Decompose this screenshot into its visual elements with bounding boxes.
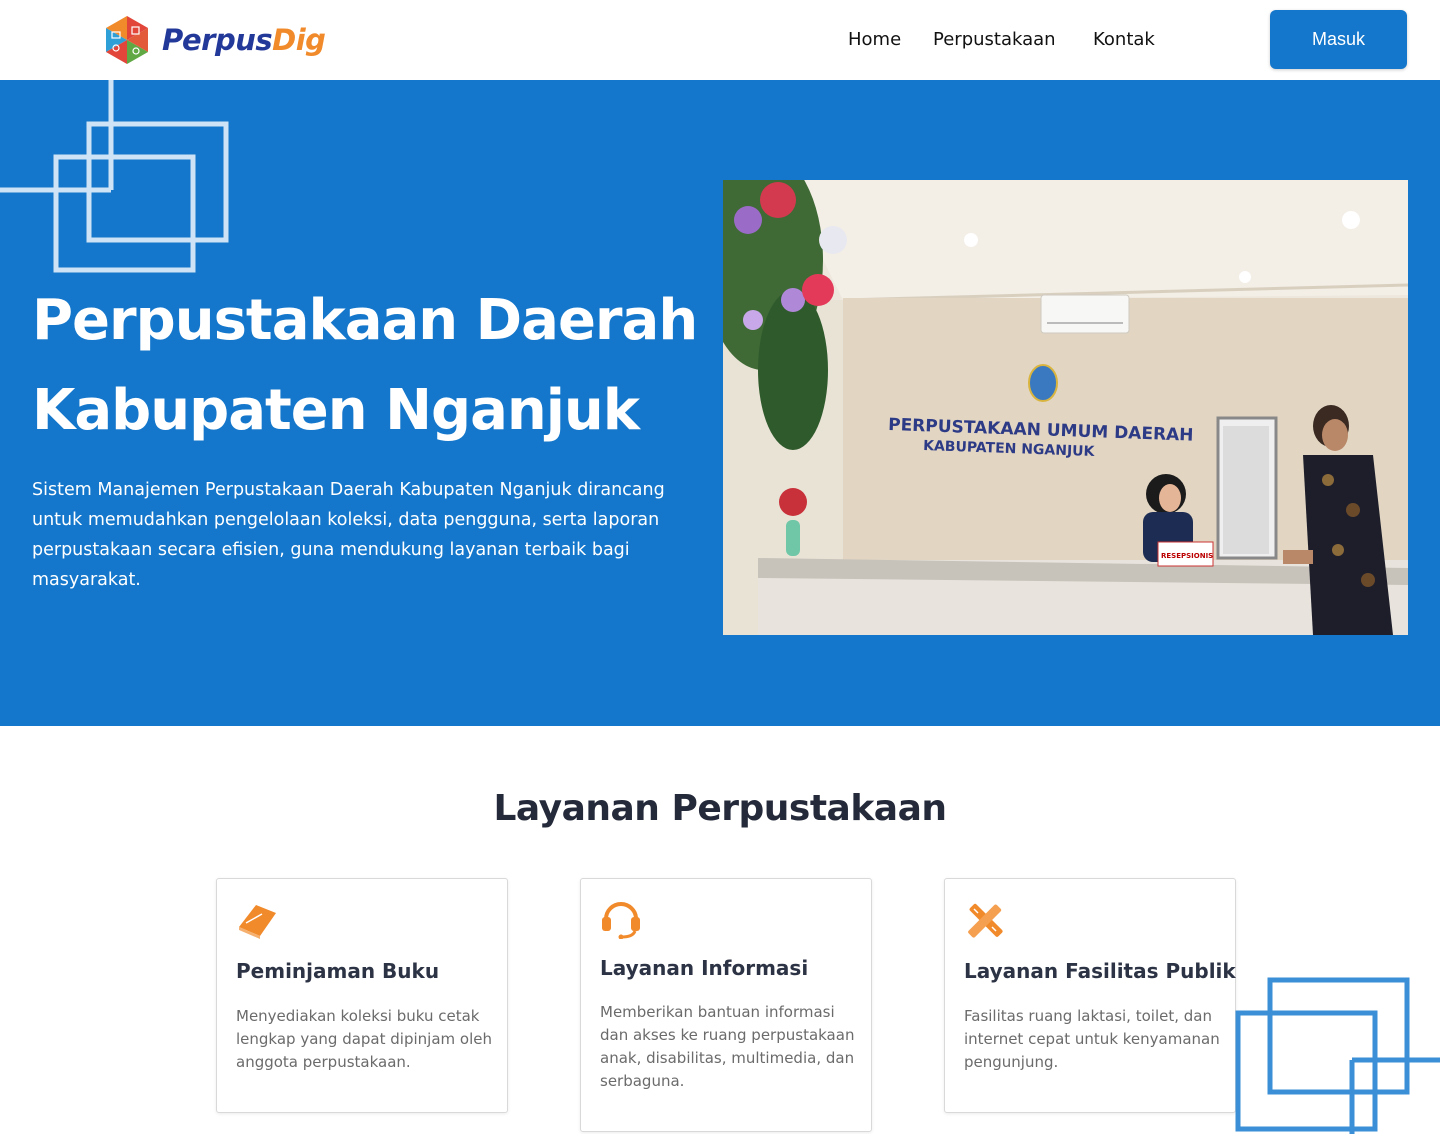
library-reception-photo: PERPUSTAKAAN UMUM DAERAH KABUPATEN NGANJ…: [723, 180, 1408, 635]
nav-kontak-link[interactable]: Kontak: [1093, 29, 1155, 50]
site-header: PerpusDig Home Perpustakaan Kontak Masuk: [0, 0, 1440, 80]
hero-title-line-1: Perpustakaan Daerah: [32, 288, 698, 353]
card-description: Memberikan bantuan informasi dan akses k…: [600, 1003, 855, 1090]
tools-icon: [968, 903, 1003, 938]
card-title: Layanan Informasi: [600, 956, 809, 980]
hero-title-line-2: Kabupaten Nganjuk: [32, 378, 640, 443]
logo-text-accent: Dig: [272, 23, 326, 57]
decorative-squares-icon: [1235, 977, 1440, 1134]
nav-home-link[interactable]: Home: [848, 29, 901, 50]
desk-label: RESEPSIONIS: [1161, 552, 1213, 560]
hero-title: Perpustakaan Daerah Kabupaten Nganjuk: [32, 276, 712, 456]
service-card-fasilitas[interactable]: Layanan Fasilitas Publik Fasilitas ruang…: [944, 878, 1236, 1113]
logo-text: PerpusDig: [162, 23, 326, 57]
logo[interactable]: PerpusDig: [104, 15, 326, 65]
card-description: Fasilitas ruang laktasi, toilet, dan int…: [964, 1007, 1220, 1071]
service-card-peminjaman[interactable]: Peminjaman Buku Menyediakan koleksi buku…: [216, 878, 508, 1113]
card-description: Menyediakan koleksi buku cetak lengkap y…: [236, 1007, 492, 1071]
hero-section: Perpustakaan Daerah Kabupaten Nganjuk Si…: [0, 80, 1440, 726]
logo-hexagon-icon: [106, 16, 148, 64]
book-icon: [239, 905, 276, 939]
logo-text-primary: Perpus: [162, 23, 273, 57]
headset-icon: [602, 902, 640, 939]
nav-perpustakaan-link[interactable]: Perpustakaan: [933, 29, 1056, 50]
hero-description: Sistem Manajemen Perpustakaan Daerah Kab…: [32, 480, 665, 590]
decorative-squares-icon: [0, 80, 229, 273]
services-title: Layanan Perpustakaan: [493, 788, 947, 829]
login-button[interactable]: Masuk: [1270, 10, 1407, 69]
card-title: Peminjaman Buku: [236, 959, 440, 983]
card-title: Layanan Fasilitas Publik: [964, 959, 1236, 983]
service-card-informasi[interactable]: Layanan Informasi Memberikan bantuan inf…: [580, 878, 872, 1132]
